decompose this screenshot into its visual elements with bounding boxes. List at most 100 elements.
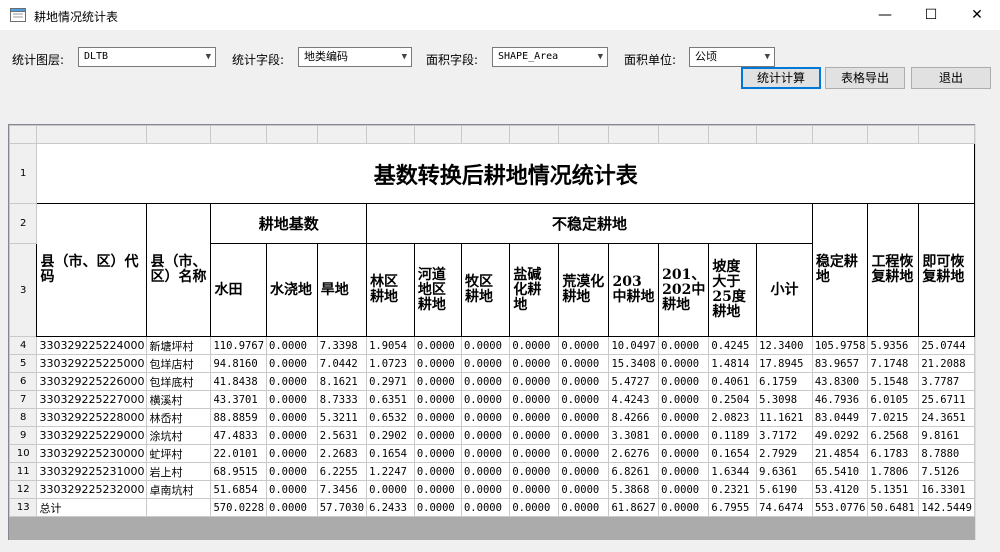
- header-201-202[interactable]: 201、202中耕地: [658, 243, 710, 337]
- table-cell[interactable]: 10.0497: [608, 336, 660, 355]
- table-cell[interactable]: 0.0000: [658, 480, 710, 499]
- table-cell[interactable]: 11.1621: [756, 408, 813, 427]
- table-cell[interactable]: 2.2683: [316, 444, 368, 463]
- table-cell[interactable]: 0.0000: [558, 444, 610, 463]
- table-cell[interactable]: 50.6481: [867, 498, 920, 517]
- table-cell[interactable]: 83.0449: [811, 408, 869, 427]
- table-cell[interactable]: 5.1351: [867, 480, 920, 499]
- export-table-button[interactable]: 表格导出: [825, 67, 905, 89]
- table-cell[interactable]: 9.6361: [756, 462, 813, 481]
- table-cell[interactable]: 0.0000: [658, 354, 710, 373]
- table-cell[interactable]: 1.4814: [708, 354, 758, 373]
- table-cell[interactable]: 0.0000: [658, 408, 710, 427]
- row-header[interactable]: 10: [9, 444, 38, 463]
- table-cell[interactable]: 0.0000: [509, 426, 560, 445]
- table-cell[interactable]: 110.9767: [210, 336, 268, 355]
- table-cell[interactable]: 330329225229000: [36, 426, 148, 445]
- table-cell[interactable]: 0.2321: [708, 480, 758, 499]
- table-cell[interactable]: 0.0000: [460, 480, 511, 499]
- table-cell[interactable]: 0.0000: [413, 480, 462, 499]
- close-button[interactable]: ✕: [954, 0, 1000, 30]
- table-cell[interactable]: 7.0442: [316, 354, 368, 373]
- table-cell[interactable]: 0.1654: [708, 444, 758, 463]
- maximize-button[interactable]: ☐: [908, 0, 954, 30]
- header-forest[interactable]: 林区耕地: [366, 243, 415, 337]
- table-cell[interactable]: 0.0000: [558, 372, 610, 391]
- table-cell[interactable]: 88.8859: [210, 408, 268, 427]
- table-cell[interactable]: 7.5126: [918, 462, 975, 481]
- table-cell[interactable]: 0.0000: [413, 336, 462, 355]
- table-cell[interactable]: 5.3098: [756, 390, 813, 409]
- table-cell[interactable]: 57.7030: [316, 498, 368, 517]
- table-cell[interactable]: 6.1759: [756, 372, 813, 391]
- column-header[interactable]: [756, 125, 813, 144]
- table-cell[interactable]: 0.0000: [413, 354, 462, 373]
- table-cell[interactable]: 94.8160: [210, 354, 268, 373]
- column-header[interactable]: [658, 125, 710, 144]
- table-cell[interactable]: 6.2433: [366, 498, 415, 517]
- unit-select[interactable]: 公顷 ▼: [689, 47, 775, 67]
- header-subtotal[interactable]: 小计: [756, 243, 813, 337]
- table-cell[interactable]: 5.3868: [608, 480, 660, 499]
- table-cell[interactable]: 0.0000: [658, 390, 710, 409]
- table-cell[interactable]: 105.9758: [811, 336, 869, 355]
- table-cell[interactable]: 0.0000: [509, 390, 560, 409]
- table-cell[interactable]: 0.0000: [658, 336, 710, 355]
- table-cell[interactable]: 0.0000: [558, 354, 610, 373]
- table-cell[interactable]: 0.0000: [558, 426, 610, 445]
- table-cell[interactable]: 0.0000: [460, 426, 511, 445]
- header-unstable-group[interactable]: 不稳定耕地: [366, 203, 813, 244]
- grid-corner[interactable]: [9, 125, 38, 144]
- column-header[interactable]: [708, 125, 758, 144]
- column-header[interactable]: [460, 125, 511, 144]
- table-cell[interactable]: 0.0000: [460, 462, 511, 481]
- table-cell[interactable]: 9.8161: [918, 426, 975, 445]
- table-cell[interactable]: 0.2504: [708, 390, 758, 409]
- table-cell[interactable]: 0.0000: [266, 462, 318, 481]
- table-cell[interactable]: 7.0215: [867, 408, 920, 427]
- table-cell[interactable]: 43.8300: [811, 372, 869, 391]
- header-engineering[interactable]: 工程恢复耕地: [867, 203, 920, 337]
- table-cell[interactable]: 横溪村: [146, 390, 212, 409]
- table-cell[interactable]: 0.6532: [366, 408, 415, 427]
- table-cell[interactable]: 330329225230000: [36, 444, 148, 463]
- table-cell[interactable]: 41.8438: [210, 372, 268, 391]
- table-cell[interactable]: 0.0000: [509, 498, 560, 517]
- field-select[interactable]: 地类编码 ▼: [298, 47, 412, 67]
- row-header[interactable]: 1: [9, 143, 38, 204]
- table-cell[interactable]: 0.0000: [460, 372, 511, 391]
- table-cell[interactable]: 卓南坑村: [146, 480, 212, 499]
- column-header[interactable]: [558, 125, 610, 144]
- table-cell[interactable]: 0.0000: [509, 372, 560, 391]
- row-header[interactable]: 6: [9, 372, 38, 391]
- header-river[interactable]: 河道地区耕地: [413, 243, 462, 337]
- table-cell[interactable]: 0.6351: [366, 390, 415, 409]
- table-cell[interactable]: 0.0000: [460, 354, 511, 373]
- table-cell[interactable]: 0.0000: [366, 480, 415, 499]
- table-cell[interactable]: 74.6474: [756, 498, 813, 517]
- table-cell[interactable]: 6.0105: [867, 390, 920, 409]
- header-paddy[interactable]: 水田: [210, 243, 268, 337]
- table-cell[interactable]: 330329225227000: [36, 390, 148, 409]
- row-header[interactable]: 11: [9, 462, 38, 481]
- sheet-title[interactable]: 基数转换后耕地情况统计表: [36, 143, 975, 204]
- table-cell[interactable]: 0.0000: [558, 390, 610, 409]
- table-cell[interactable]: 330329225224000: [36, 336, 148, 355]
- table-cell[interactable]: 0.0000: [558, 498, 610, 517]
- table-cell[interactable]: 0.0000: [509, 408, 560, 427]
- table-cell[interactable]: 3.7172: [756, 426, 813, 445]
- table-cell[interactable]: 0.4061: [708, 372, 758, 391]
- table-cell[interactable]: 新塘坪村: [146, 336, 212, 355]
- table-cell[interactable]: 0.0000: [266, 408, 318, 427]
- table-cell[interactable]: 0.0000: [558, 480, 610, 499]
- table-cell[interactable]: 7.1748: [867, 354, 920, 373]
- table-cell[interactable]: 0.0000: [509, 444, 560, 463]
- table-cell[interactable]: 1.9054: [366, 336, 415, 355]
- header-county-name[interactable]: 县（市、区）名称: [146, 203, 212, 337]
- table-cell[interactable]: 0.0000: [266, 354, 318, 373]
- table-cell[interactable]: 5.4727: [608, 372, 660, 391]
- layer-select[interactable]: DLTB ▼: [78, 47, 216, 67]
- table-cell[interactable]: 0.0000: [509, 480, 560, 499]
- column-header[interactable]: [36, 125, 148, 144]
- table-cell[interactable]: 0.0000: [266, 480, 318, 499]
